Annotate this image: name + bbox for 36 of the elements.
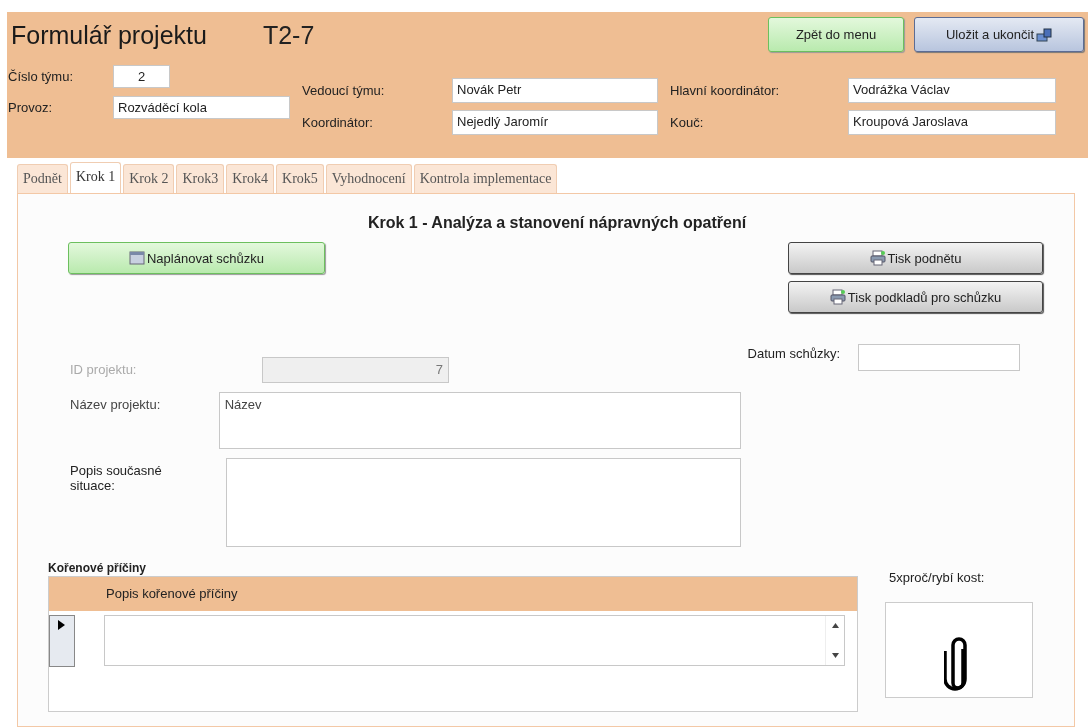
schedule-button[interactable]: Naplánovat schůzku (68, 242, 325, 274)
text-field[interactable]: Novák Petr (452, 78, 658, 103)
tab[interactable]: Krok 1 (69, 162, 122, 193)
text-field[interactable]: 2 (113, 65, 170, 88)
tab[interactable]: Krok3 (176, 164, 225, 193)
form-title: Formulář projektu (11, 21, 207, 50)
field-label: Kouč: (670, 115, 705, 130)
field-label: Hlavní koordinátor: (670, 83, 781, 98)
form-code: T2-7 (262, 21, 315, 50)
tab[interactable]: Krok 2 (123, 164, 175, 193)
section-heading: Krok 1 - Analýza a stanovení nápravných opatření (366, 214, 748, 232)
tab[interactable]: Kontrola implementace (413, 164, 558, 193)
field-label: Provoz: (8, 100, 54, 115)
text-field[interactable]: Kroupová Jaroslava (848, 110, 1056, 135)
back-button[interactable]: Zpět do menu (768, 17, 904, 52)
field-label: Popis současné situace: (70, 462, 163, 493)
field-label: 5xproč/rybí kost: (889, 570, 986, 585)
field-label: Vedoucí týmu: (302, 83, 386, 98)
print-button[interactable]: Tisk podkladů pro schůzku (788, 281, 1043, 313)
field-label: Název projektu: (70, 396, 162, 412)
text-field[interactable]: Název (218, 392, 741, 449)
field-label: Číslo týmu: (8, 69, 74, 84)
tab[interactable]: Krok5 (276, 164, 324, 193)
save-button[interactable]: Uložit a ukončit (914, 17, 1084, 52)
text-field[interactable]: Nejedlý Jaromír (452, 110, 658, 135)
column-header: Popis kořenové příčiny (49, 577, 857, 611)
print-button[interactable]: Tisk podnětu (788, 242, 1043, 274)
tab[interactable]: Vyhodnocení (325, 164, 412, 193)
field-label: Koordinátor: (302, 115, 374, 130)
text-field[interactable]: Rozváděcí kola (113, 96, 290, 119)
text-field[interactable]: Vodrážka Václav (848, 78, 1056, 103)
field-label: ID projektu: (70, 361, 138, 377)
subform-title: Kořenové příčiny (48, 561, 148, 575)
tab[interactable]: Podnět (17, 164, 68, 193)
tab[interactable]: Krok4 (226, 164, 274, 193)
field-label: Datum schůzky: (747, 345, 840, 361)
